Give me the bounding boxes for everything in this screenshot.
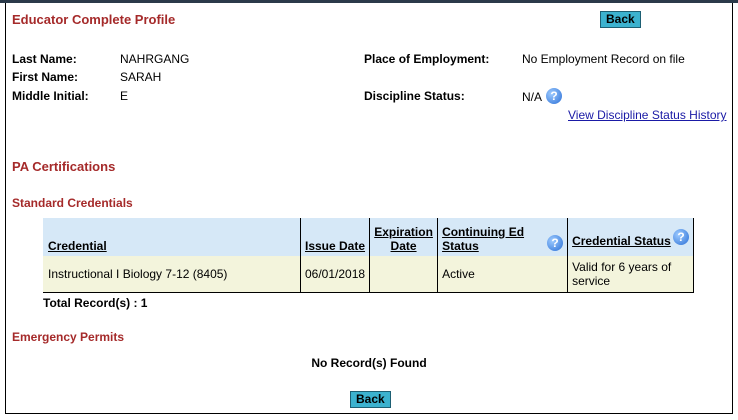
column-expiration-date[interactable]: Expiration Date (369, 218, 439, 256)
middle-initial-value: E (120, 89, 129, 103)
no-records-message: No Record(s) Found (311, 356, 427, 370)
column-expiration-label-1: Expiration (374, 225, 433, 239)
column-credential[interactable]: Credential (43, 218, 301, 256)
last-name-value: NAHRGANG (120, 52, 190, 66)
column-credential-label: Credential (48, 239, 107, 253)
continuing-ed-help-icon[interactable]: ? (547, 235, 564, 251)
column-credential-status[interactable]: Credential Status ? (567, 218, 694, 256)
first-name-value: SARAH (120, 70, 162, 84)
last-name-label: Last Name: (12, 52, 77, 66)
table-header-row: Credential Issue Date Expiration Date Co… (43, 218, 694, 256)
emergency-permits-heading: Emergency Permits (12, 330, 125, 344)
column-issue-date[interactable]: Issue Date (300, 218, 371, 256)
column-issue-date-label: Issue Date (305, 239, 366, 253)
credentials-table: Credential Issue Date Expiration Date Co… (43, 218, 694, 293)
table-row: Instructional I Biology 7-12 (8405) 06/0… (43, 256, 694, 293)
column-credential-status-label: Credential Status (572, 234, 671, 248)
page-title: Educator Complete Profile (12, 12, 176, 27)
total-records: Total Record(s) : 1 (43, 296, 148, 310)
standard-credentials-heading: Standard Credentials (12, 196, 133, 210)
discipline-label: Discipline Status: (364, 89, 465, 103)
cell-expiration-date (369, 256, 439, 293)
cell-issue-date: 06/01/2018 (300, 256, 371, 293)
pa-certifications-heading: PA Certifications (12, 159, 116, 174)
back-button-top[interactable]: Back (600, 11, 641, 28)
cell-credential: Instructional I Biology 7-12 (8405) (43, 256, 301, 293)
column-continuing-label-1: Continuing Ed (442, 225, 525, 239)
cell-continuing-ed: Active (437, 256, 569, 293)
employment-label: Place of Employment: (364, 52, 490, 66)
discipline-value: N/A (522, 90, 543, 104)
first-name-label: First Name: (12, 70, 79, 84)
employment-value: No Employment Record on file (522, 52, 685, 66)
column-continuing-label-2: Status (442, 239, 479, 253)
cell-credential-status: Valid for 6 years of service (567, 256, 694, 293)
discipline-history-link[interactable]: View Discipline Status History (568, 108, 727, 122)
column-expiration-label-2: Date (390, 239, 417, 253)
discipline-help-icon[interactable]: ? (546, 88, 562, 104)
column-continuing-ed[interactable]: Continuing Ed Status ? (437, 218, 569, 256)
middle-initial-label: Middle Initial: (12, 89, 89, 103)
credential-status-help-icon[interactable]: ? (673, 229, 689, 245)
back-button-bottom[interactable]: Back (350, 391, 391, 408)
